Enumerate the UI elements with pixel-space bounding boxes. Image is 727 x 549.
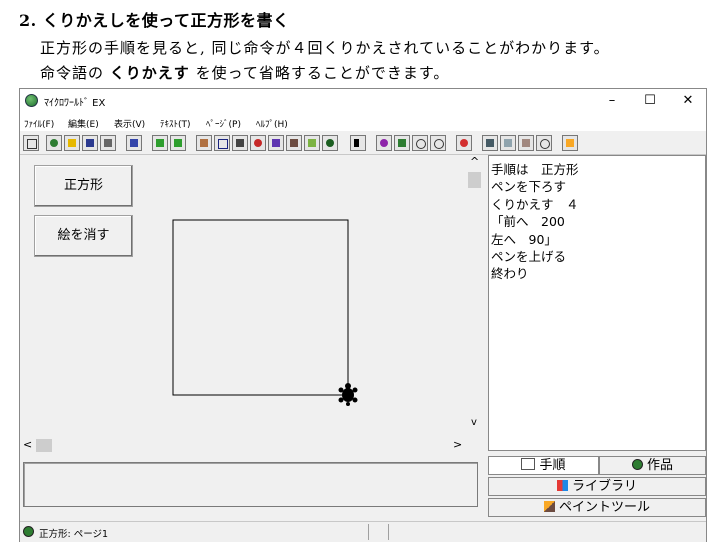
- menu-edit[interactable]: 編集(E): [68, 117, 99, 130]
- menu-help[interactable]: ﾍﾙﾌﾟ(H): [256, 117, 288, 130]
- view-eye-icon[interactable]: [376, 135, 392, 151]
- scroll-right-icon[interactable]: >: [453, 438, 462, 451]
- drawing-surface: [172, 219, 358, 406]
- toolbar: [20, 132, 706, 155]
- text-a-icon[interactable]: [214, 135, 230, 151]
- program-line: ペンを下ろす: [491, 179, 567, 195]
- music-icon[interactable]: [268, 135, 284, 151]
- status-bar: 正方形: ページ1: [20, 521, 706, 542]
- status-divider: [388, 524, 389, 540]
- window-title: ﾏｲｸﾛﾜｰﾙﾄﾞ EX: [44, 98, 106, 109]
- scroll-left-icon[interactable]: <: [23, 438, 32, 451]
- help-icon[interactable]: [562, 135, 578, 151]
- drawing-canvas[interactable]: 正方形 絵を消す: [20, 155, 482, 445]
- horizontal-scroll-thumb[interactable]: [36, 439, 52, 452]
- scroll-up-icon[interactable]: ^: [470, 155, 479, 168]
- tab-library-label: ライブラリ: [571, 479, 637, 494]
- book-icon: [521, 458, 536, 470]
- paragraph-2-start: 命令語の: [40, 64, 105, 82]
- paragraph-2: 命令語の くりかえす を使って省略することができます。: [40, 62, 449, 83]
- tab-works[interactable]: 作品: [599, 456, 706, 475]
- tab-paint-tool-label: ペイントツール: [558, 500, 650, 515]
- vertical-scroll-thumb[interactable]: [468, 172, 481, 188]
- menu-file[interactable]: ﾌｧｲﾙ(F): [24, 117, 54, 130]
- keyword-repeat: くりかえす: [109, 64, 190, 82]
- command-input-area[interactable]: [23, 462, 478, 507]
- vertical-scrollbar[interactable]: ^ v: [466, 155, 483, 433]
- tab-procedure-label: 手順: [539, 458, 566, 473]
- app-globe-icon: [25, 94, 38, 107]
- zoom-in-icon[interactable]: [412, 135, 428, 151]
- program-line: 「前へ 200: [491, 214, 565, 230]
- menu-text[interactable]: ﾃｷｽﾄ(T): [160, 117, 191, 130]
- save-icon[interactable]: [82, 135, 98, 151]
- stop-hand-icon[interactable]: [456, 135, 472, 151]
- tab-library[interactable]: ライブラリ: [488, 477, 706, 496]
- title-bar: ﾏｲｸﾛﾜｰﾙﾄﾞ EX – ☐ ✕: [20, 89, 706, 113]
- zoom-out-icon[interactable]: [430, 135, 446, 151]
- pages-icon[interactable]: [126, 135, 142, 151]
- program-line: 終わり: [491, 266, 529, 282]
- app-window: ﾏｲｸﾛﾜｰﾙﾄﾞ EX – ☐ ✕ ﾌｧｲﾙ(F) 編集(E) 表示(V) ﾃ…: [19, 88, 707, 542]
- minimize-button[interactable]: –: [592, 91, 632, 111]
- cut-icon[interactable]: [482, 135, 498, 151]
- menu-view[interactable]: 表示(V): [114, 117, 145, 130]
- close-button[interactable]: ✕: [668, 91, 708, 111]
- drawn-square: [172, 219, 349, 396]
- pen-icon[interactable]: [232, 135, 248, 151]
- menu-page[interactable]: ﾍﾟｰｼﾞ(P): [206, 117, 241, 130]
- cursor-arrow-icon[interactable]: [350, 135, 366, 151]
- undo-icon[interactable]: [536, 135, 552, 151]
- horizontal-scrollbar[interactable]: < >: [20, 437, 466, 454]
- library-blocks-icon: [556, 480, 568, 491]
- paragraph-2-end: を使って省略することができます。: [195, 64, 450, 82]
- pointer-mode-icon[interactable]: [23, 135, 39, 151]
- tab-paint-tool[interactable]: ペイントツール: [488, 498, 706, 517]
- arrow-left-icon[interactable]: [152, 135, 168, 151]
- copy-icon[interactable]: [500, 135, 516, 151]
- section-heading: 2. くりかえしを使って正方形を書く: [19, 11, 290, 30]
- print-icon[interactable]: [100, 135, 116, 151]
- program-listing[interactable]: 手順は 正方形 ペンを下ろす くりかえす ４ 「前へ 200 左へ 90」 ペン…: [488, 155, 706, 451]
- arrow-right-icon[interactable]: [170, 135, 186, 151]
- tab-procedure[interactable]: 手順: [488, 456, 599, 475]
- status-page-text: 正方形: ページ1: [39, 529, 109, 540]
- status-divider: [368, 524, 369, 540]
- paint-brush-icon: [543, 501, 555, 512]
- paragraph-1: 正方形の手順を見ると, 同じ命令が４回くりかえされていることがわかります。: [40, 39, 610, 57]
- program-line: 左へ 90」: [491, 231, 557, 247]
- scroll-down-icon[interactable]: v: [471, 417, 477, 428]
- turtle-icon[interactable]: [322, 135, 338, 151]
- hand-icon[interactable]: [196, 135, 212, 151]
- stamp-icon[interactable]: [394, 135, 410, 151]
- brush-icon[interactable]: [286, 135, 302, 151]
- paste-icon[interactable]: [518, 135, 534, 151]
- works-globe-icon: [631, 459, 643, 470]
- program-line: 手順は 正方形: [491, 162, 579, 177]
- tutorial-text: 2. くりかえしを使って正方形を書く 正方形の手順を見ると, 同じ命令が４回くり…: [0, 0, 727, 88]
- menu-bar: ﾌｧｲﾙ(F) 編集(E) 表示(V) ﾃｷｽﾄ(T) ﾍﾟｰｼﾞ(P) ﾍﾙﾌ…: [20, 113, 706, 131]
- globe-icon[interactable]: [46, 135, 62, 151]
- status-globe-icon: [23, 526, 34, 537]
- program-line: ペンを上げる: [491, 249, 567, 265]
- maximize-button[interactable]: ☐: [630, 91, 670, 111]
- tab-works-label: 作品: [646, 458, 673, 473]
- eye-icon[interactable]: [250, 135, 266, 151]
- people-icon[interactable]: [304, 135, 320, 151]
- open-folder-icon[interactable]: [64, 135, 80, 151]
- program-line: くりかえす ４: [491, 196, 579, 212]
